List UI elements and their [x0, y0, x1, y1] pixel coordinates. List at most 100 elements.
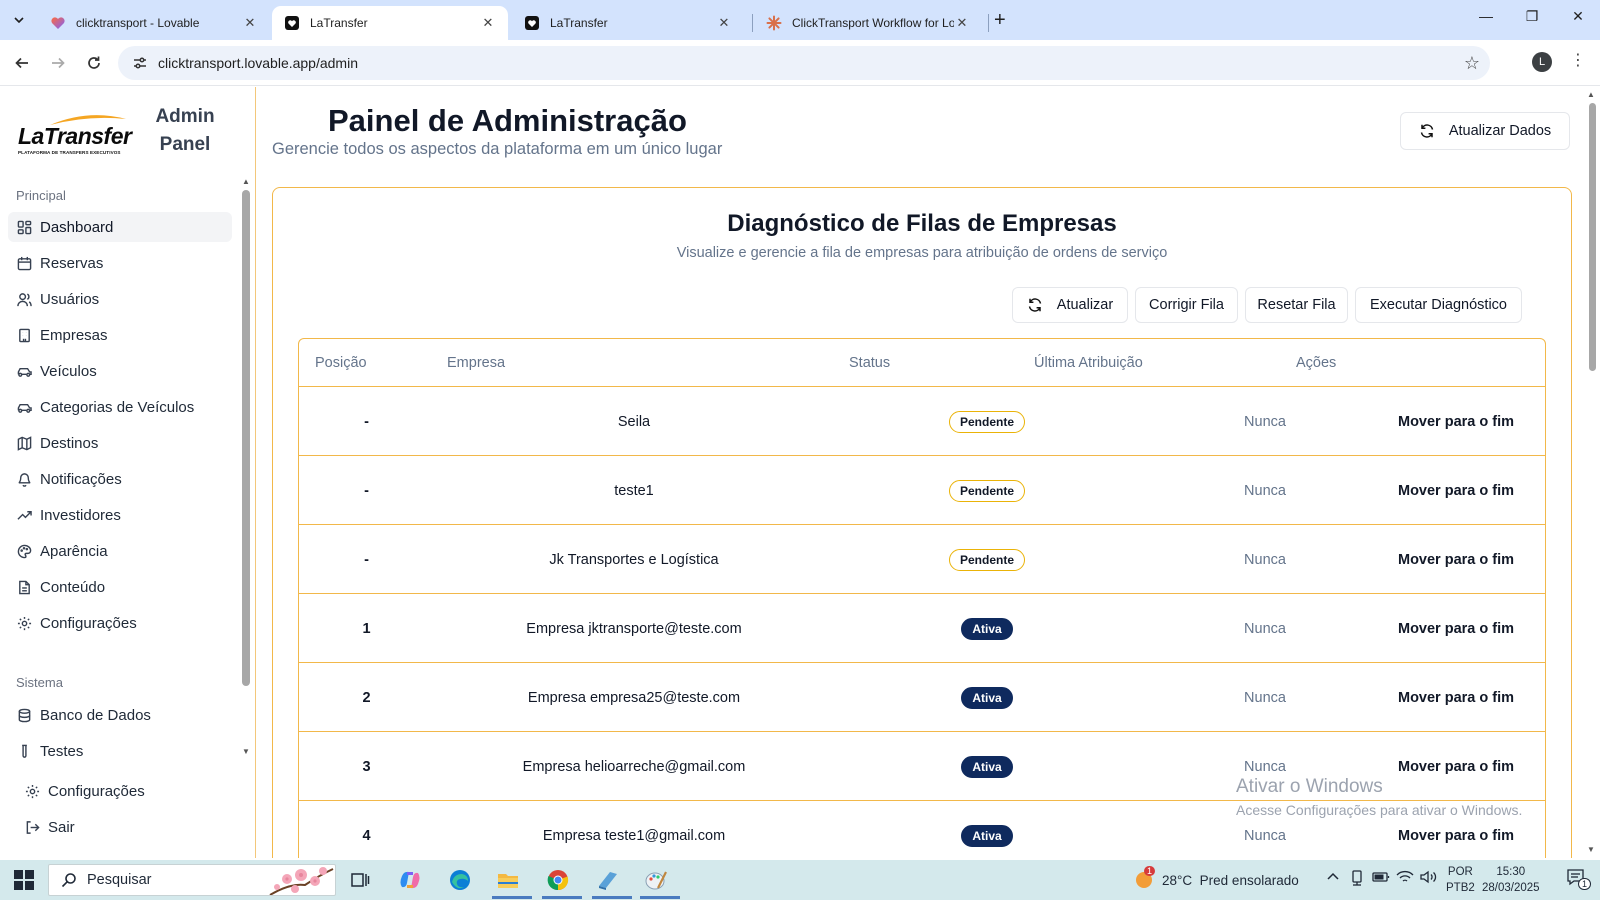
status-badge: Ativa: [961, 686, 1013, 709]
sidebar-item-label: Aparência: [40, 542, 108, 560]
scroll-down-arrow-icon[interactable]: ▼: [242, 747, 250, 756]
cell-position: 2: [362, 689, 371, 706]
car-icon: [16, 399, 32, 415]
sidebar-item-dashboard[interactable]: Dashboard: [8, 212, 232, 242]
scroll-up-arrow-icon[interactable]: ▲: [1587, 90, 1595, 99]
reload-button[interactable]: [82, 51, 106, 75]
browser-tab-3[interactable]: LaTransfer ✕: [512, 6, 744, 40]
minimize-button[interactable]: —: [1466, 8, 1506, 24]
clock[interactable]: 15:30 28/03/2025: [1482, 864, 1540, 896]
browser-menu-icon[interactable]: ⋮: [1570, 50, 1586, 70]
table-row: 1 Empresa jktransporte@teste.com Ativa N…: [299, 594, 1545, 663]
tab-title: clicktransport - Lovable: [76, 16, 200, 30]
file-explorer-icon[interactable]: [494, 866, 522, 894]
edge-browser-icon[interactable]: [446, 866, 474, 894]
cell-status: Ativa: [834, 801, 1140, 858]
panel-title: Admin Panel: [155, 106, 215, 155]
close-icon[interactable]: ✕: [242, 15, 258, 31]
bookmark-star-icon[interactable]: ☆: [1464, 53, 1480, 74]
tab-separator: [988, 14, 989, 32]
browser-tab-1[interactable]: clicktransport - Lovable ✕: [38, 6, 270, 40]
scroll-up-arrow-icon[interactable]: ▲: [242, 177, 250, 186]
profile-avatar[interactable]: L: [1532, 52, 1552, 72]
main-content: Painel de Administração Gerencie todos o…: [256, 87, 1582, 858]
cell-last-assignment: Nunca: [1244, 689, 1286, 706]
sidebar-item-aparencia[interactable]: Aparência: [8, 536, 232, 566]
browser-tab-2[interactable]: LaTransfer ✕: [272, 6, 508, 40]
forward-button[interactable]: [46, 51, 70, 75]
sidebar-item-investidores[interactable]: Investidores: [8, 500, 232, 530]
sidebar-item-testes[interactable]: Testes: [8, 736, 232, 766]
move-to-end-button[interactable]: Mover para o fim: [1390, 663, 1522, 732]
windows-start-button[interactable]: [14, 870, 34, 895]
close-icon[interactable]: ✕: [480, 15, 496, 31]
chrome-icon[interactable]: [544, 866, 572, 894]
wifi-icon[interactable]: [1396, 870, 1414, 887]
palette-icon: [16, 543, 32, 559]
footer-settings-button[interactable]: Configurações: [16, 776, 240, 806]
move-to-end-button[interactable]: Mover para o fim: [1390, 525, 1522, 594]
sidebar-item-banco-de-dados[interactable]: Banco de Dados: [8, 700, 232, 730]
reset-queue-button[interactable]: Resetar Fila: [1245, 287, 1348, 323]
cell-status: Pendente: [834, 525, 1140, 594]
sidebar-item-label: Conteúdo: [40, 578, 106, 596]
logout-button[interactable]: Sair: [16, 812, 240, 842]
cell-last-assignment: Nunca: [1244, 620, 1286, 637]
sidebar-item-notificacoes[interactable]: Notificações: [8, 464, 232, 494]
gear-icon: [16, 615, 32, 631]
status-badge: Pendente: [948, 548, 1025, 571]
move-to-end-button[interactable]: Mover para o fim: [1390, 456, 1522, 525]
tab-search-button[interactable]: [6, 8, 32, 32]
back-button[interactable]: [10, 51, 34, 75]
sidebar-item-label: Destinos: [40, 434, 99, 452]
sidebar-item-categorias-veiculos[interactable]: Categorias de Veículos: [8, 392, 232, 422]
close-window-button[interactable]: ✕: [1558, 8, 1598, 25]
refresh-data-button[interactable]: Atualizar Dados: [1400, 112, 1570, 150]
sidebar-item-veiculos[interactable]: Veículos: [8, 356, 232, 386]
cell-company: Empresa jktransporte@teste.com: [526, 620, 742, 637]
gear-icon: [24, 783, 40, 799]
refresh-queue-button[interactable]: Atualizar: [1012, 287, 1128, 323]
close-icon[interactable]: ✕: [716, 15, 732, 31]
app-icon[interactable]: [594, 866, 622, 894]
volume-icon[interactable]: [1420, 870, 1438, 887]
move-to-end-button[interactable]: Mover para o fim: [1390, 594, 1522, 663]
scroll-down-arrow-icon[interactable]: ▼: [1587, 845, 1595, 854]
browser-tab-4[interactable]: ClickTransport Workflow for Lov ✕: [754, 6, 982, 40]
maximize-button[interactable]: ❐: [1512, 8, 1552, 25]
copilot-icon[interactable]: [396, 866, 424, 894]
main-scrollbar[interactable]: [1589, 103, 1596, 371]
notification-center-icon[interactable]: 1: [1566, 868, 1592, 891]
fix-queue-button[interactable]: Corrigir Fila: [1135, 287, 1238, 323]
paint-icon[interactable]: [642, 866, 670, 894]
sidebar-item-destinos[interactable]: Destinos: [8, 428, 232, 458]
heart-icon: [50, 15, 66, 31]
move-to-end-button[interactable]: Mover para o fim: [1390, 387, 1522, 456]
taskbar-search-box[interactable]: Pesquisar: [48, 864, 336, 896]
task-view-icon[interactable]: [346, 866, 374, 894]
weather-widget[interactable]: 1 28°C Pred ensolarado: [1134, 866, 1299, 890]
run-diagnostic-button[interactable]: Executar Diagnóstico: [1355, 287, 1522, 323]
sidebar-item-usuarios[interactable]: Usuários: [8, 284, 232, 314]
sidebar-item-label: Configurações: [40, 614, 137, 632]
sidebar-scrollbar[interactable]: [242, 190, 250, 686]
page-title: Painel de Administração: [328, 103, 687, 138]
input-language[interactable]: POR PTB2: [1446, 864, 1475, 896]
chevron-up-icon[interactable]: [1326, 870, 1340, 887]
keyboard-layout: PTB2: [1446, 882, 1475, 894]
site-settings-icon[interactable]: [130, 53, 150, 73]
cell-status: Pendente: [834, 387, 1140, 456]
sidebar-item-label: Testes: [40, 742, 84, 760]
reset-queue-label: Resetar Fila: [1257, 297, 1336, 313]
sidebar: LaTransfer PLATAFORMA DE TRANSFERS EXECU…: [0, 87, 256, 858]
close-icon[interactable]: ✕: [954, 15, 970, 31]
sidebar-item-configuracoes[interactable]: Configurações: [8, 608, 232, 638]
sidebar-item-empresas[interactable]: Empresas: [8, 320, 232, 350]
battery-icon[interactable]: [1372, 870, 1390, 887]
device-icon[interactable]: [1350, 870, 1364, 889]
new-tab-button[interactable]: +: [994, 9, 1006, 31]
sidebar-item-reservas[interactable]: Reservas: [8, 248, 232, 278]
refresh-icon: [1419, 123, 1435, 139]
sidebar-item-conteudo[interactable]: Conteúdo: [8, 572, 232, 602]
address-bar[interactable]: clicktransport.lovable.app/admin ☆: [118, 46, 1490, 80]
